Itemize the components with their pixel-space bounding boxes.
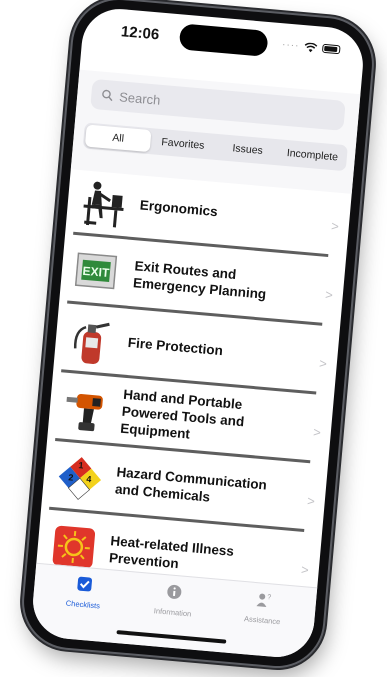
search-field[interactable]: Search xyxy=(90,78,346,131)
chevron-right-icon: > xyxy=(312,424,322,441)
chevron-right-icon: > xyxy=(300,561,310,578)
tab-assistance[interactable]: ? Assistance xyxy=(222,588,305,628)
chevron-right-icon: > xyxy=(318,355,328,372)
filter-incomplete[interactable]: Incomplete xyxy=(279,142,346,170)
svg-text:2: 2 xyxy=(68,472,74,482)
filter-favorites[interactable]: Favorites xyxy=(150,130,217,158)
wifi-icon xyxy=(304,42,318,52)
signal-icon: ···· xyxy=(281,39,300,52)
tab-label: Information xyxy=(153,606,192,619)
filter-issues[interactable]: Issues xyxy=(214,136,281,164)
exit-sign-icon: EXIT xyxy=(74,252,118,290)
info-icon xyxy=(167,584,182,599)
tab-label: Checklists xyxy=(65,598,101,611)
power-drill-icon xyxy=(66,394,103,432)
chevron-right-icon: > xyxy=(330,218,340,234)
app-screen: 12:06 ···· Search All Favorites Issues I… xyxy=(29,5,367,661)
checkbox-icon xyxy=(77,576,93,592)
tab-label: Assistance xyxy=(243,614,281,627)
svg-text:1: 1 xyxy=(78,460,84,470)
battery-icon xyxy=(321,43,341,55)
phone-device: 12:06 ···· Search All Favorites Issues I… xyxy=(20,0,376,670)
search-placeholder: Search xyxy=(118,88,162,108)
tab-information[interactable]: Information xyxy=(132,580,215,620)
ergonomics-icon xyxy=(83,181,124,228)
person-question-icon: ? xyxy=(256,593,272,608)
svg-text:4: 4 xyxy=(86,474,92,484)
tab-checklists[interactable]: Checklists xyxy=(43,573,126,613)
chevron-right-icon: > xyxy=(324,286,334,303)
status-icons: ···· xyxy=(282,39,341,55)
checklist-list: Ergonomics > EXIT Exit Routes and Emerge… xyxy=(35,167,352,604)
search-icon xyxy=(102,89,113,102)
fire-extinguisher-icon xyxy=(73,322,110,364)
home-indicator xyxy=(116,630,227,644)
status-time: 12:06 xyxy=(120,23,160,44)
nfpa-diamond-icon: 1 2 4 xyxy=(58,457,102,500)
svg-text:?: ? xyxy=(267,594,272,601)
filter-all[interactable]: All xyxy=(84,124,152,153)
filter-segmented-control: All Favorites Issues Incomplete xyxy=(82,122,348,172)
chevron-right-icon: > xyxy=(306,493,316,509)
svg-text:EXIT: EXIT xyxy=(82,264,110,280)
